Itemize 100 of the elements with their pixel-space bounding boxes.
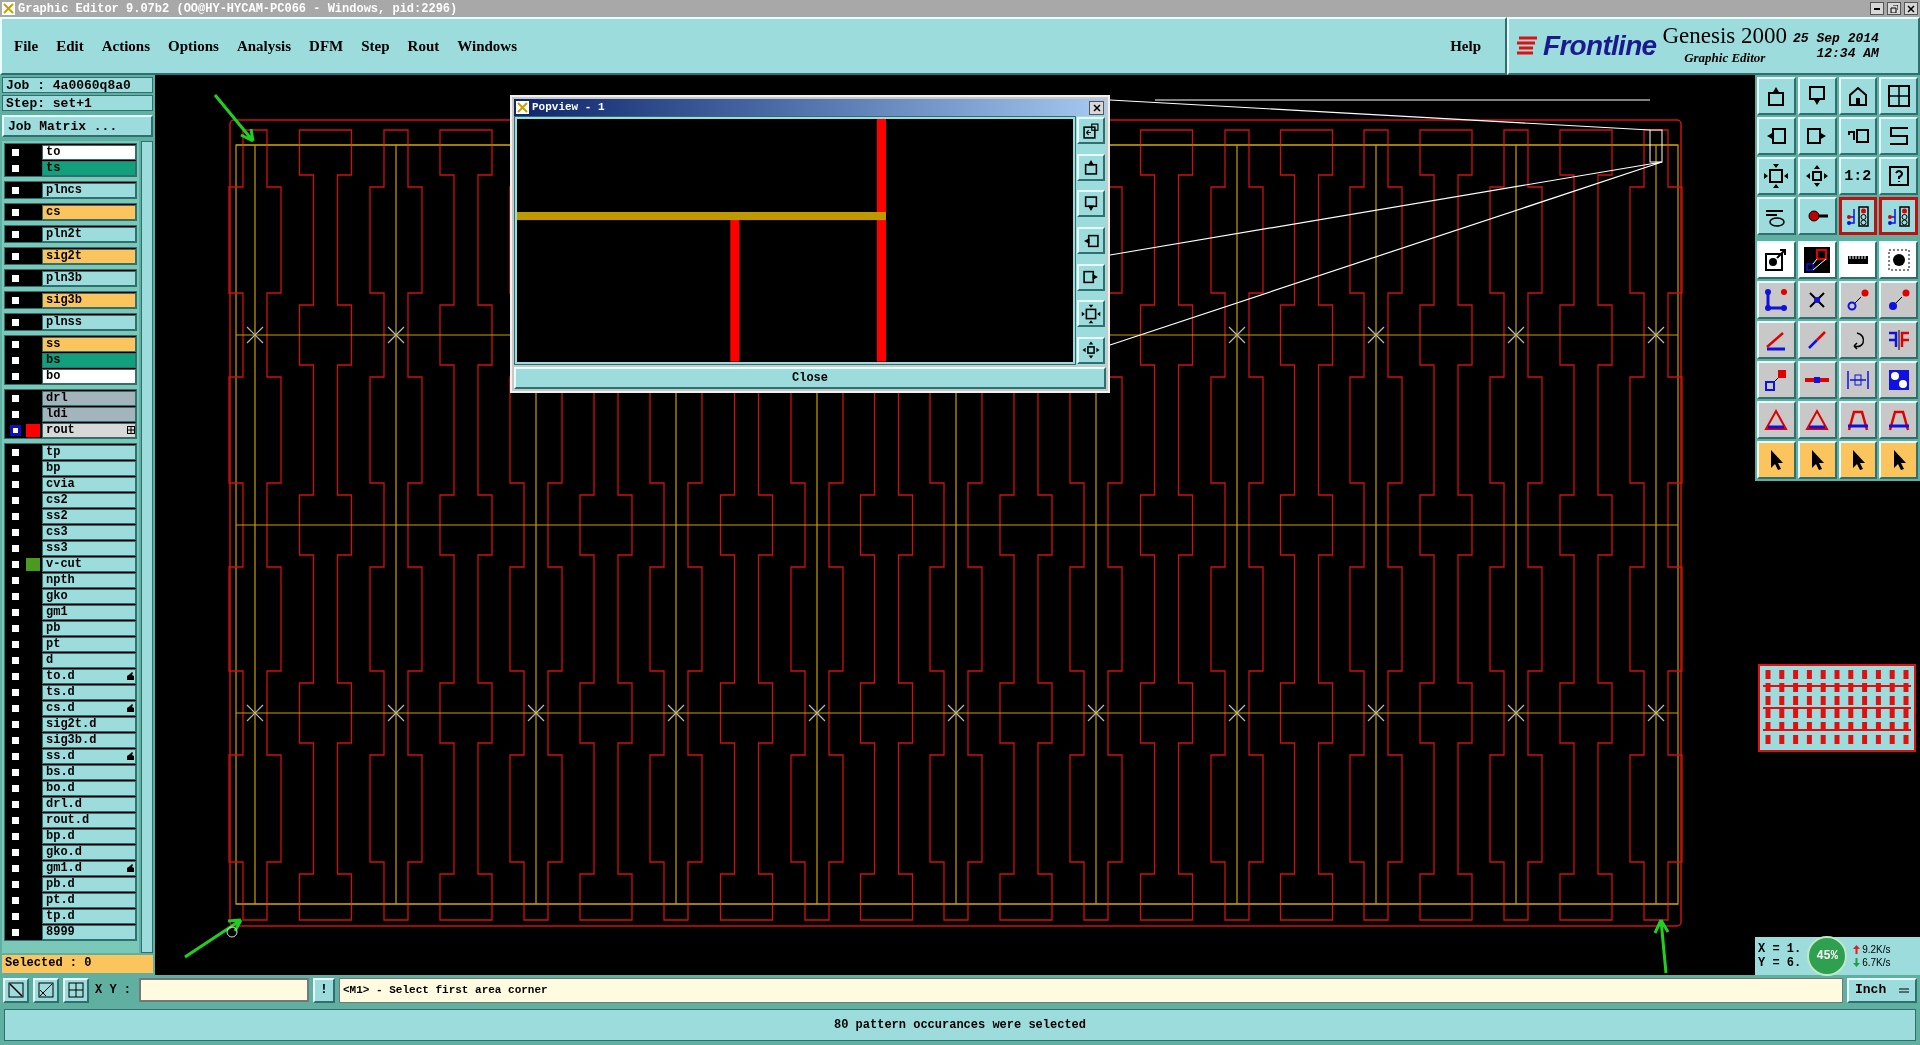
affected-toggle[interactable] [10, 478, 21, 490]
menu-item[interactable]: Windows [457, 34, 517, 58]
layer-name[interactable]: ts [42, 160, 136, 176]
snap-button[interactable] [3, 977, 29, 1003]
minimize-button[interactable] [1870, 2, 1884, 15]
affected-toggle[interactable] [10, 766, 21, 778]
affected-toggle[interactable] [10, 702, 21, 714]
affected-toggle[interactable] [10, 228, 21, 240]
view-button[interactable] [1077, 263, 1105, 291]
affected-toggle[interactable] [10, 510, 21, 522]
affected-toggle[interactable] [10, 670, 21, 682]
units-dropdown[interactable]: Inch [1847, 977, 1917, 1003]
layer-name[interactable]: cs3 [42, 524, 136, 540]
menu-item[interactable]: Analysis [236, 34, 292, 58]
affected-toggle[interactable] [10, 424, 21, 436]
affected-toggle[interactable] [10, 910, 21, 922]
layer-name[interactable]: bs [42, 352, 136, 368]
layer-name[interactable]: cvia [42, 476, 136, 492]
layer-name[interactable]: sig3b [42, 292, 136, 308]
layer-name[interactable]: ts.d [42, 684, 136, 700]
view-button[interactable] [1077, 300, 1105, 328]
affected-toggle[interactable] [10, 206, 21, 218]
layer-name[interactable]: tp.d [42, 908, 136, 924]
layer-name[interactable]: pt [42, 636, 136, 652]
restore-button[interactable] [1887, 2, 1901, 15]
close-button[interactable] [1904, 2, 1918, 15]
menu-item[interactable]: Options [168, 34, 219, 58]
tool-button[interactable] [1879, 197, 1918, 235]
affected-toggle[interactable] [10, 574, 21, 586]
affected-toggle[interactable] [10, 734, 21, 746]
affected-toggle[interactable] [10, 638, 21, 650]
layer-name[interactable]: bp.d [42, 828, 136, 844]
menu-item[interactable]: Step [361, 34, 390, 58]
affected-toggle[interactable] [10, 894, 21, 906]
affected-toggle[interactable] [10, 494, 21, 506]
layer-name[interactable]: drl [42, 390, 136, 406]
affected-toggle[interactable] [10, 370, 21, 382]
affected-toggle[interactable] [10, 294, 21, 306]
layer-name[interactable]: cs2 [42, 492, 136, 508]
affected-toggle[interactable] [10, 654, 21, 666]
layer-name[interactable]: ss3 [42, 540, 136, 556]
affected-toggle[interactable] [10, 846, 21, 858]
affected-toggle[interactable] [10, 926, 21, 938]
layer-name[interactable]: npth [42, 572, 136, 588]
scrollbar[interactable] [141, 141, 153, 953]
affected-toggle[interactable] [10, 718, 21, 730]
tool-button[interactable] [1838, 197, 1878, 235]
layer-name[interactable]: ss [42, 336, 136, 352]
close-button[interactable] [1089, 100, 1104, 115]
layer-name[interactable]: gko [42, 588, 136, 604]
affected-toggle[interactable] [10, 798, 21, 810]
affected-toggle[interactable] [10, 542, 21, 554]
layer-name[interactable]: cs.d [42, 700, 136, 716]
alert-button[interactable]: ! [313, 977, 335, 1003]
affected-toggle[interactable] [10, 686, 21, 698]
affected-toggle[interactable] [10, 316, 21, 328]
job-matrix-button[interactable]: Job Matrix ... [2, 115, 153, 137]
affected-toggle[interactable] [10, 862, 21, 874]
layer-name[interactable]: drl.d [42, 796, 136, 812]
layer-name[interactable]: to [42, 144, 136, 160]
snap-button[interactable] [63, 977, 89, 1003]
coordinate-input[interactable] [139, 978, 309, 1002]
layer-name[interactable]: bo.d [42, 780, 136, 796]
menu-item[interactable]: Help [1450, 34, 1481, 58]
affected-toggle[interactable] [10, 446, 21, 458]
affected-toggle[interactable] [10, 184, 21, 196]
layer-name[interactable]: bo [42, 368, 136, 384]
layer-name[interactable]: ss.d [42, 748, 136, 764]
affected-toggle[interactable] [10, 146, 21, 158]
layer-name[interactable]: rout.d [42, 812, 136, 828]
menu-item[interactable]: Actions [101, 34, 150, 58]
layer-name[interactable]: ldi [42, 406, 136, 422]
layer-name[interactable]: gko.d [42, 844, 136, 860]
layer-name[interactable]: bp [42, 460, 136, 476]
layer-name[interactable]: v-cut [42, 556, 136, 572]
affected-toggle[interactable] [10, 606, 21, 618]
layer-name[interactable]: bs.d [42, 764, 136, 780]
affected-toggle[interactable] [10, 830, 21, 842]
view-button[interactable] [1077, 117, 1105, 145]
affected-toggle[interactable] [10, 558, 21, 570]
layer-name[interactable]: sig3b.d [42, 732, 136, 748]
layer-name[interactable]: gm1.d [42, 860, 136, 876]
affected-toggle[interactable] [10, 622, 21, 634]
affected-toggle[interactable] [10, 526, 21, 538]
view-button[interactable] [1077, 153, 1105, 181]
snap-button[interactable] [33, 977, 59, 1003]
layer-name[interactable]: tp [42, 444, 136, 460]
layer-name[interactable]: pb.d [42, 876, 136, 892]
layer-name[interactable]: plnss [42, 314, 136, 330]
tool-button[interactable]: 1:2 [1838, 157, 1878, 195]
affected-toggle[interactable] [10, 814, 21, 826]
affected-toggle[interactable] [10, 338, 21, 350]
affected-toggle[interactable] [10, 462, 21, 474]
layer-name[interactable]: pln2t [42, 226, 136, 242]
layer-name[interactable]: to.d [42, 668, 136, 684]
menu-item[interactable]: Rout [407, 34, 440, 58]
layer-name[interactable]: sig2t [42, 248, 136, 264]
layer-name[interactable]: ss2 [42, 508, 136, 524]
menu-item[interactable]: DFM [309, 34, 344, 58]
view-button[interactable] [1077, 190, 1105, 218]
